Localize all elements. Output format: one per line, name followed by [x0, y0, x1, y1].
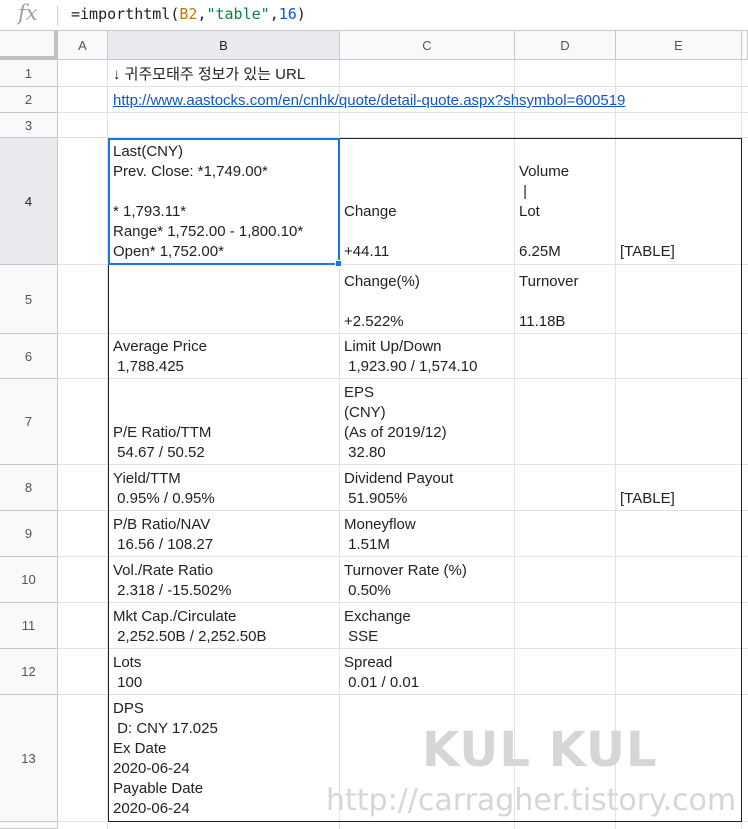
cell-e8[interactable]: [TABLE] [620, 489, 675, 509]
formula-prefix: =importhtml( [71, 5, 180, 23]
cell-d5[interactable]: Turnover 11.18B [519, 272, 578, 332]
column-header-c[interactable]: C [340, 31, 515, 60]
row-header-13[interactable]: 13 [0, 695, 58, 822]
row-header-3[interactable]: 3 [0, 113, 58, 138]
formula-number-arg: 16 [278, 5, 297, 23]
formula-bar[interactable]: fx =importhtml(B2,"table",16) [0, 0, 748, 31]
cell-b6[interactable]: Average Price 1,788.425 [113, 337, 207, 377]
select-all-corner[interactable] [0, 31, 58, 60]
cell-b8[interactable]: Yield/TTM 0.95% / 0.95% [113, 469, 215, 509]
cell-c6[interactable]: Limit Up/Down 1,923.90 / 1,574.10 [344, 337, 477, 377]
row-header-11[interactable]: 11 [0, 603, 58, 649]
cell-c11[interactable]: Exchange SSE [344, 607, 411, 647]
column-header-d[interactable]: D [515, 31, 616, 60]
column-header-a[interactable]: A [58, 31, 108, 60]
cell-c12[interactable]: Spread 0.01 / 0.01 [344, 653, 419, 693]
column-header-e[interactable]: E [616, 31, 742, 60]
cell-e4[interactable]: [TABLE] [620, 242, 675, 262]
formula-cell-ref: B2 [179, 5, 198, 23]
watermark-title: KUL KUL [422, 722, 658, 778]
row-header-2[interactable]: 2 [0, 87, 58, 113]
formula-suffix: ) [296, 5, 306, 23]
cell-c10[interactable]: Turnover Rate (%) 0.50% [344, 561, 467, 601]
cell-b1[interactable]: ↓ 귀주모태주 정보가 있는 URL [113, 65, 305, 85]
row-header-5[interactable]: 5 [0, 265, 58, 334]
cell-c4[interactable]: Change +44.11 [344, 202, 397, 262]
cell-b7[interactable]: P/E Ratio/TTM 54.67 / 50.52 [113, 423, 211, 463]
formula-bar-divider [57, 6, 58, 26]
row-header-6[interactable]: 6 [0, 334, 58, 379]
grid-line [58, 86, 748, 87]
active-cell-selection[interactable] [108, 138, 340, 265]
cell-c9[interactable]: Moneyflow 1.51M [344, 515, 416, 555]
fx-icon: fx [18, 1, 38, 25]
row-header-next[interactable] [0, 822, 58, 829]
row-header-7[interactable]: 7 [0, 379, 58, 465]
cell-b12[interactable]: Lots 100 [113, 653, 142, 693]
formula-string-arg: "table" [206, 5, 270, 23]
watermark-url: http://carragher.tistory.com [326, 783, 737, 818]
row-header-12[interactable]: 12 [0, 649, 58, 695]
column-header-next[interactable] [742, 31, 748, 60]
column-header-b[interactable]: B [108, 31, 340, 60]
cell-b11[interactable]: Mkt Cap./Circulate 2,252.50B / 2,252.50B [113, 607, 266, 647]
fill-handle[interactable] [335, 260, 342, 267]
formula-separator: , [269, 5, 279, 23]
row-header-1[interactable]: 1 [0, 60, 58, 87]
row-header-9[interactable]: 9 [0, 511, 58, 557]
cell-b9[interactable]: P/B Ratio/NAV 16.56 / 108.27 [113, 515, 213, 555]
row-header-8[interactable]: 8 [0, 465, 58, 511]
cell-c7[interactable]: EPS (CNY) (As of 2019/12) 32.80 [344, 383, 447, 463]
row-header-10[interactable]: 10 [0, 557, 58, 603]
cell-b10[interactable]: Vol./Rate Ratio 2.318 / -15.502% [113, 561, 231, 601]
cell-d4[interactable]: Volume | Lot 6.25M [519, 162, 569, 262]
cell-b2-url-link[interactable]: http://www.aastocks.com/en/cnhk/quote/de… [113, 91, 625, 111]
cell-b13[interactable]: DPS D: CNY 17.025 Ex Date 2020-06-24 Pay… [113, 699, 218, 819]
row-header-4[interactable]: 4 [0, 138, 58, 265]
cell-c8[interactable]: Dividend Payout 51.905% [344, 469, 453, 509]
formula-input[interactable]: =importhtml(B2,"table",16) [71, 5, 306, 23]
grid-line [58, 112, 748, 113]
cell-c5[interactable]: Change(%) +2.522% [344, 272, 420, 332]
